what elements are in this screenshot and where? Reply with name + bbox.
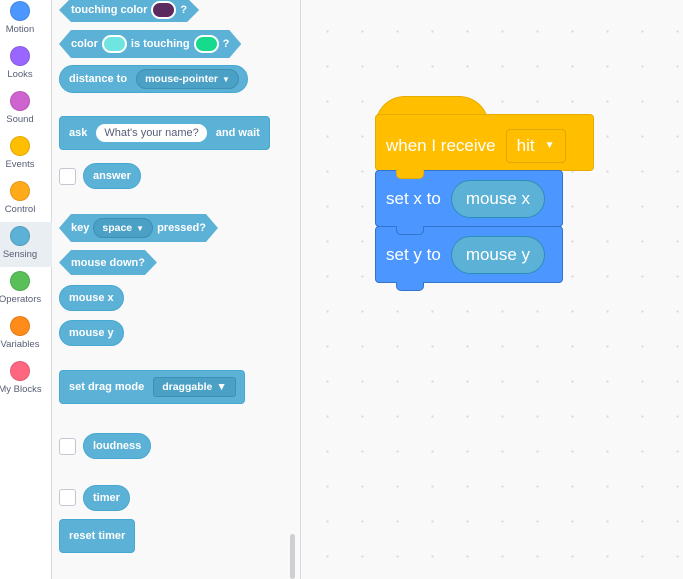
timer-checkbox[interactable] [59, 489, 76, 506]
distance-dropdown[interactable]: mouse-pointer ▼ [136, 69, 239, 89]
events-dot-icon [10, 136, 30, 156]
loudness-checkbox[interactable] [59, 438, 76, 455]
ask-and-wait-block[interactable]: ask What's your name? and wait [59, 116, 270, 150]
block-label: set drag mode [69, 381, 145, 393]
control-dot-icon [10, 181, 30, 201]
block-label: mouse x [69, 292, 114, 304]
category-motion[interactable]: Motion [0, 0, 52, 45]
mouse-y-block[interactable]: mouse y [59, 320, 124, 346]
category-label: Sensing [2, 249, 38, 260]
color-swatch[interactable] [151, 1, 176, 19]
block-label: timer [93, 492, 120, 504]
category-variables[interactable]: Variables [0, 315, 52, 360]
motion-dot-icon [10, 1, 30, 21]
mouse-down-block[interactable]: mouse down? [59, 250, 157, 275]
caret-down-icon: ▼ [136, 223, 145, 233]
variables-dot-icon [10, 316, 30, 336]
category-label: Sound [6, 114, 34, 125]
answer-checkbox[interactable] [59, 168, 76, 185]
block-label: set y to [386, 244, 441, 264]
block-label: mouse down? [71, 256, 145, 269]
my-blocks-dot-icon [10, 361, 30, 381]
block-label: color [71, 38, 98, 50]
dropdown-value: mouse-pointer [145, 73, 218, 85]
caret-down-icon: ▼ [216, 381, 227, 393]
reset-timer-block[interactable]: reset timer [59, 519, 136, 553]
block-notch [396, 282, 424, 291]
block-label: pressed? [157, 222, 206, 234]
mouse-x-block[interactable]: mouse x [59, 285, 124, 311]
color-swatch[interactable] [194, 35, 219, 53]
block-label: and wait [215, 127, 260, 139]
dropdown-value: draggable [162, 381, 213, 393]
when-i-receive-block[interactable]: when I receive hit ▼ [375, 114, 594, 171]
message-dropdown[interactable]: hit ▼ [505, 128, 566, 163]
distance-to-block[interactable]: distance to mouse-pointer ▼ [59, 65, 248, 93]
block-notch [396, 226, 424, 235]
timer-block[interactable]: timer [83, 485, 130, 511]
block-label: ? [222, 38, 230, 50]
set-drag-mode-block[interactable]: set drag mode draggable ▼ [59, 370, 245, 404]
category-label: Motion [5, 24, 35, 35]
key-dropdown[interactable]: space ▼ [93, 218, 153, 238]
category-looks[interactable]: Looks [0, 45, 52, 90]
script-workspace[interactable] [302, 0, 683, 579]
category-label: My Blocks [0, 384, 42, 395]
ask-text-input[interactable]: What's your name? [96, 124, 207, 142]
category-sensing[interactable]: Sensing [0, 222, 52, 267]
category-sound[interactable]: Sound [0, 90, 52, 135]
key-pressed-block[interactable]: key space ▼ pressed? [59, 214, 218, 242]
palette-scrollbar[interactable] [290, 534, 295, 579]
block-label: loudness [93, 440, 142, 452]
caret-down-icon: ▼ [544, 140, 555, 151]
category-my-blocks[interactable]: My Blocks [0, 360, 52, 405]
block-label: ? [180, 4, 188, 16]
category-label: Events [5, 159, 35, 170]
answer-block[interactable]: answer [83, 163, 141, 189]
block-label: touching color [71, 4, 148, 16]
sensing-dot-icon [10, 226, 30, 246]
category-label: Variables [0, 339, 40, 350]
dropdown-value: hit [516, 135, 535, 155]
category-control[interactable]: Control [0, 180, 52, 225]
caret-down-icon: ▼ [222, 74, 230, 84]
block-label: answer [93, 170, 131, 182]
block-notch [396, 170, 424, 179]
category-events[interactable]: Events [0, 135, 52, 180]
scratch-editor: Motion Looks Sound Events Control Sensin… [0, 0, 683, 579]
mouse-y-reporter[interactable]: mouse y [450, 235, 546, 274]
category-sidebar: Motion Looks Sound Events Control Sensin… [0, 0, 52, 579]
color-swatch[interactable] [102, 35, 127, 53]
mouse-x-reporter[interactable]: mouse x [450, 179, 546, 218]
category-label: Control [4, 204, 36, 215]
drag-mode-dropdown[interactable]: draggable ▼ [153, 377, 236, 397]
block-label: distance to [69, 73, 128, 85]
category-label: Operators [0, 294, 42, 305]
color-is-touching-block[interactable]: color is touching ? [59, 30, 241, 58]
sound-dot-icon [10, 91, 30, 111]
dropdown-value: space [102, 222, 133, 234]
block-label: ask [69, 127, 88, 139]
block-label: reset timer [69, 530, 126, 542]
block-label: set x to [386, 188, 441, 208]
category-label: Looks [7, 69, 33, 80]
operators-dot-icon [10, 271, 30, 291]
category-operators[interactable]: Operators [0, 270, 52, 315]
block-label: mouse y [69, 327, 114, 339]
touching-color-block[interactable]: touching color ? [59, 0, 199, 22]
block-label: key [71, 222, 90, 234]
looks-dot-icon [10, 46, 30, 66]
block-label: when I receive [386, 135, 496, 155]
block-label: is touching [130, 38, 190, 50]
loudness-block[interactable]: loudness [83, 433, 152, 459]
